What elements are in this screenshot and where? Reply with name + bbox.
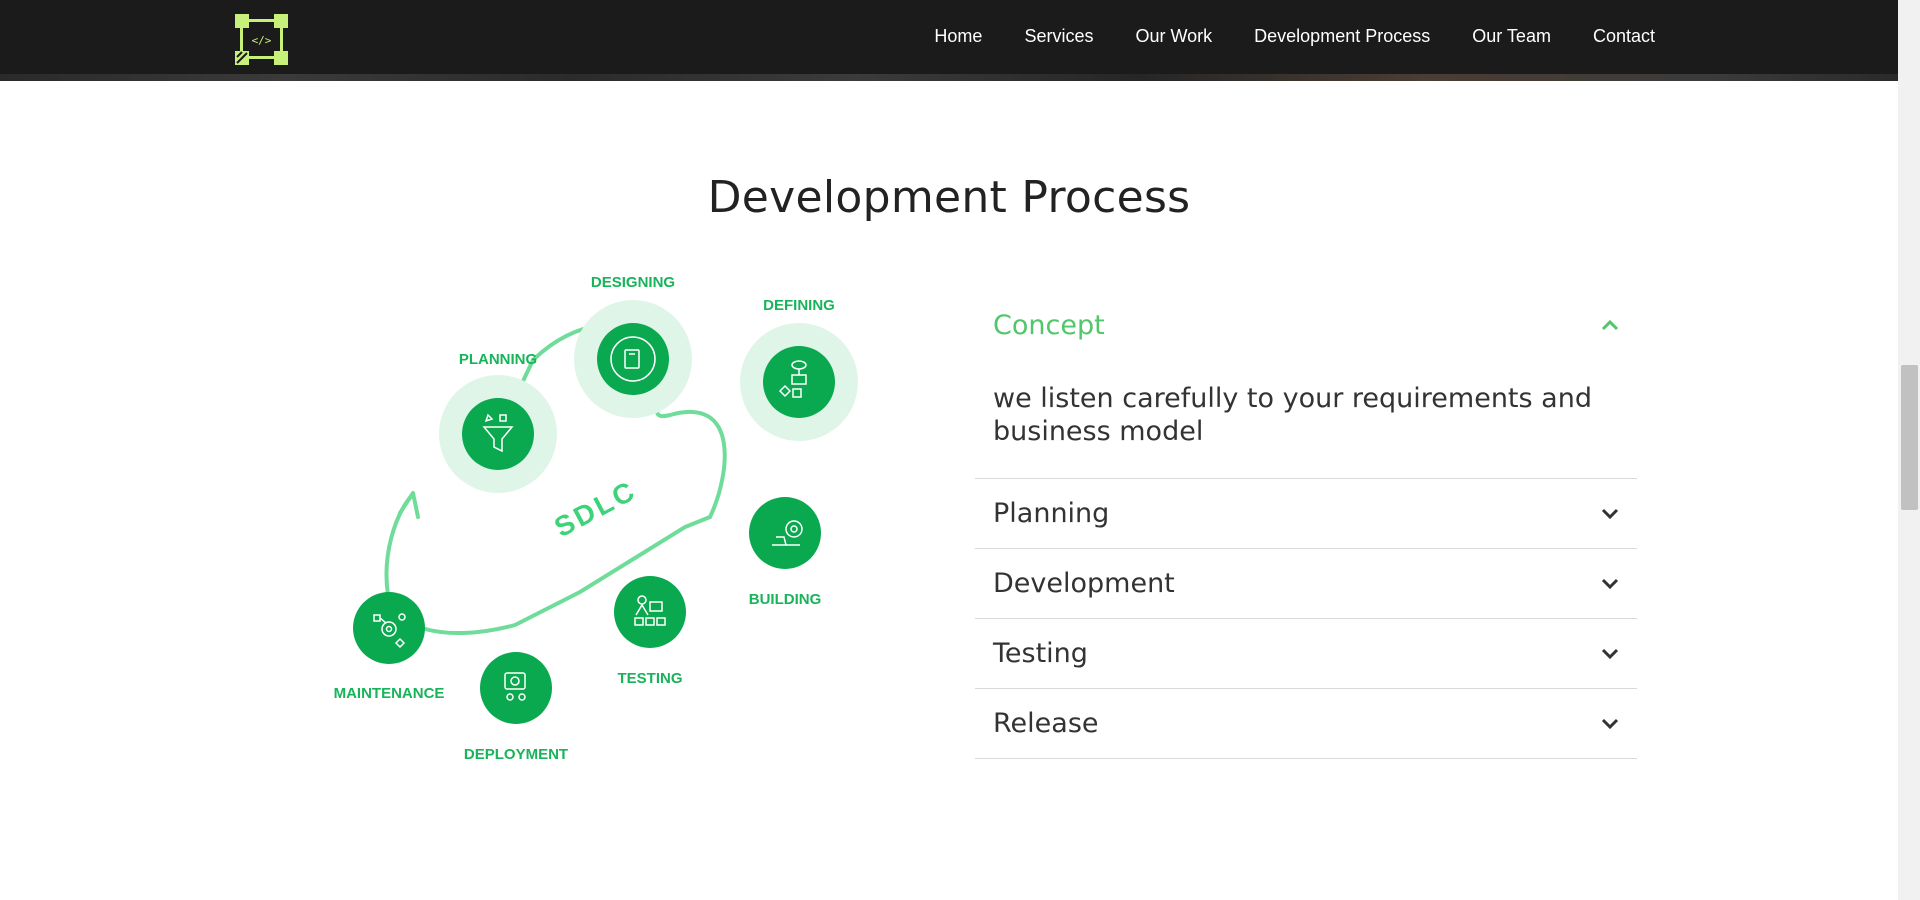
accordion-title: Release [993,708,1099,739]
stage-defining [763,346,835,418]
stage-designing [597,323,669,395]
label-building: BUILDING [749,591,822,608]
accordion-title: Concept [993,309,1105,341]
stage-maintenance [353,592,425,664]
accordion-header-concept[interactable]: Concept [975,290,1637,360]
chevron-down-icon[interactable] [1601,508,1619,520]
accordion-body-concept: we listen carefully to your requirements… [993,383,1592,447]
accordion-item-testing: Testing [975,619,1637,689]
label-deployment: DEPLOYMENT [464,746,568,763]
nav-services[interactable]: Services [1024,24,1093,48]
accordion-title: Testing [993,638,1088,669]
accordion-title: Development [993,568,1175,599]
label-designing: DESIGNING [591,274,675,291]
top-navbar: </> Home Services Our Work Development P… [0,0,1898,81]
nav-home[interactable]: Home [934,24,982,48]
stage-deployment [480,652,552,724]
accordion-item-planning: Planning [975,479,1637,549]
logo-icon[interactable]: </> [234,13,289,66]
stage-planning [462,398,534,470]
page-scrollbar[interactable] [1898,0,1920,900]
chevron-down-icon[interactable] [1601,648,1619,660]
nav-our-work[interactable]: Our Work [1135,24,1212,48]
sdlc-label: SDLC [549,474,641,543]
accordion-title: Planning [993,498,1110,529]
chevron-up-icon[interactable] [1601,319,1619,331]
chevron-down-icon[interactable] [1601,578,1619,590]
accordion-header-testing[interactable]: Testing [975,619,1637,688]
accordion-item-release: Release [975,689,1637,759]
nav-development-process[interactable]: Development Process [1254,24,1430,48]
accordion-item-development: Development [975,549,1637,619]
logo-text: </> [252,34,272,47]
section-title: Development Process [707,172,1191,223]
label-planning: PLANNING [459,351,537,368]
label-defining: DEFINING [763,297,835,314]
scrollbar-thumb[interactable] [1901,365,1918,510]
accordion-header-development[interactable]: Development [975,549,1637,618]
label-testing: TESTING [617,670,682,687]
accordion-header-release[interactable]: Release [975,689,1637,758]
label-maintenance: MAINTENANCE [334,685,445,702]
accordion-item-concept: Concept we listen carefully to your requ… [975,290,1637,479]
nav-links: Home Services Our Work Development Proce… [934,24,1655,48]
sdlc-diagram: SDLC DESIGNING DEFINING PLANNING BUILDIN… [334,274,858,763]
hero-image-strip [0,74,1898,81]
nav-contact[interactable]: Contact [1593,24,1655,48]
accordion-header-planning[interactable]: Planning [975,479,1637,548]
process-accordion: Concept we listen carefully to your requ… [975,290,1637,759]
nav-our-team[interactable]: Our Team [1472,24,1551,48]
stage-building [749,497,821,569]
chevron-down-icon[interactable] [1601,718,1619,730]
stage-testing [614,576,686,648]
